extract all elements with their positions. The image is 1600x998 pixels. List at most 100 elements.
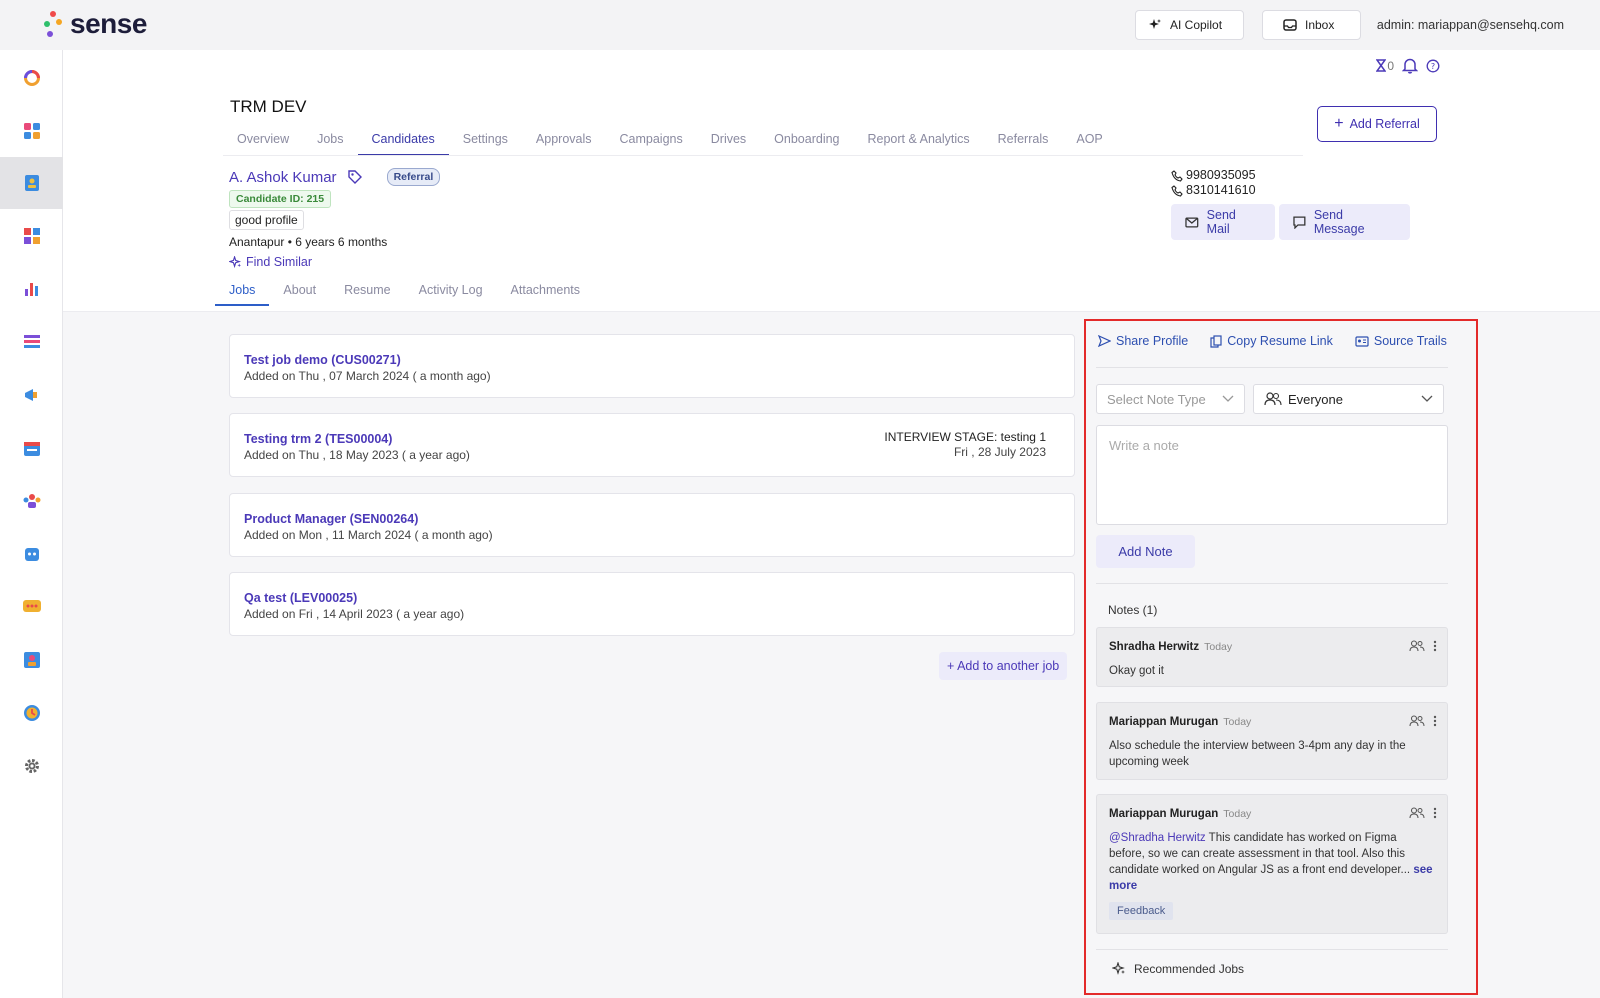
tab-aop[interactable]: AOP [1062, 126, 1116, 156]
send-icon [1098, 335, 1111, 347]
interview-stage: INTERVIEW STAGE: testing 1 Fri , 28 July… [884, 430, 1046, 460]
tab-jobs-sub[interactable]: Jobs [215, 278, 270, 306]
visibility-users-icon[interactable] [1409, 715, 1425, 727]
note-author: Mariappan Murugan [1109, 716, 1219, 728]
utility-bar: 0 ? [63, 50, 1600, 82]
bell-icon[interactable] [1402, 57, 1418, 74]
job-card[interactable]: Product Manager (SEN00264) Added on Mon … [229, 493, 1075, 557]
phone-row[interactable]: 9980935095 [1171, 168, 1256, 183]
sense-logo[interactable]: sense [42, 8, 147, 40]
note-text: @Shradha Herwitz This candidate has work… [1109, 830, 1434, 894]
tab-jobs[interactable]: Jobs [303, 126, 357, 156]
tab-onboarding[interactable]: Onboarding [760, 126, 853, 156]
phone-numbers: 9980935095 8310141610 [1171, 168, 1256, 198]
source-trails-link[interactable]: Source Trails [1355, 334, 1447, 348]
copy-resume-link[interactable]: Copy Resume Link [1210, 334, 1333, 348]
id-card-icon [1355, 335, 1369, 347]
sidebar-item-campaigns[interactable] [0, 369, 63, 421]
admin-account[interactable]: admin: mariappan@sensehq.com [1377, 18, 1564, 32]
help-icon[interactable]: ? [1426, 59, 1440, 73]
sparkle-icon [1112, 962, 1125, 975]
chat-icon [22, 600, 41, 612]
puzzle-icon [23, 228, 40, 244]
sidebar-item-analytics[interactable] [0, 263, 63, 315]
sidebar-item-schedule[interactable] [0, 687, 63, 739]
divider [1096, 949, 1448, 950]
sidebar-item-contacts[interactable] [0, 634, 63, 686]
tab-campaigns[interactable]: Campaigns [606, 126, 697, 156]
tab-report-analytics[interactable]: Report & Analytics [854, 126, 984, 156]
sidebar-item-teams[interactable] [0, 475, 63, 527]
sidebar-item-lists[interactable] [0, 316, 63, 368]
kebab-menu-icon[interactable] [1433, 715, 1437, 727]
candidate-name-row: A. Ashok Kumar Referral [229, 168, 441, 186]
plus-icon: + [1334, 115, 1344, 132]
contact-card-icon [23, 652, 40, 668]
send-mail-button[interactable]: Send Mail [1171, 204, 1275, 240]
note-actions [1409, 715, 1437, 727]
phone-row[interactable]: 8310141610 [1171, 183, 1256, 198]
tab-approvals[interactable]: Approvals [522, 126, 606, 156]
job-card[interactable]: Test job demo (CUS00271) Added on Thu , … [229, 334, 1075, 398]
recommended-jobs[interactable]: Recommended Jobs [1112, 962, 1244, 976]
tab-drives[interactable]: Drives [697, 126, 760, 156]
copy-icon [1210, 334, 1222, 348]
tab-candidates[interactable]: Candidates [357, 126, 449, 156]
recommended-jobs-label: Recommended Jobs [1134, 962, 1245, 976]
panel-actions: Share Profile Copy Resume Link Source Tr… [1098, 334, 1447, 348]
note-author-row: Mariappan Murugan Today [1109, 808, 1251, 820]
kebab-menu-icon[interactable] [1433, 807, 1437, 819]
visibility-select[interactable]: Everyone [1253, 384, 1444, 414]
visibility-users-icon[interactable] [1409, 640, 1425, 652]
tab-overview[interactable]: Overview [223, 126, 303, 156]
main-nav-tabs: Overview Jobs Candidates Settings Approv… [223, 126, 1117, 156]
visibility-users-icon[interactable] [1409, 807, 1425, 819]
sparkle-icon [229, 255, 242, 268]
sidebar-item-settings[interactable] [0, 740, 63, 792]
tag-icon[interactable] [347, 169, 363, 185]
kebab-menu-icon[interactable] [1433, 640, 1437, 652]
referral-badge: Referral [386, 168, 441, 186]
tab-referrals[interactable]: Referrals [984, 126, 1063, 156]
job-card[interactable]: Qa test (LEV00025) Added on Fri , 14 Apr… [229, 572, 1075, 636]
note-time: Today [1223, 716, 1252, 728]
tab-resume[interactable]: Resume [330, 278, 405, 306]
tab-settings[interactable]: Settings [449, 126, 522, 156]
add-referral-button[interactable]: + Add Referral [1317, 106, 1437, 142]
tab-attachments[interactable]: Attachments [497, 278, 594, 306]
note-card: Mariappan Murugan Today @Shradha Herwitz … [1096, 794, 1448, 934]
sidebar-item-dashboard[interactable] [0, 52, 63, 104]
note-type-select[interactable]: Select Note Type [1096, 384, 1245, 414]
job-card[interactable]: Testing trm 2 (TES00004) Added on Thu , … [229, 413, 1075, 477]
note-mention[interactable]: @Shradha Herwitz [1109, 832, 1206, 844]
note-textarea[interactable]: Write a note [1096, 425, 1448, 525]
job-title[interactable]: Testing trm 2 (TES00004) [244, 432, 392, 446]
sidebar-item-calendar[interactable] [0, 422, 63, 474]
sidebar-item-integrations[interactable] [0, 210, 63, 262]
add-note-button[interactable]: Add Note [1096, 535, 1195, 568]
note-author: Mariappan Murugan [1109, 808, 1219, 820]
send-message-button[interactable]: Send Message [1279, 204, 1410, 240]
sidebar-item-messages[interactable] [0, 581, 63, 633]
job-title[interactable]: Product Manager (SEN00264) [244, 512, 418, 526]
note-text: Also schedule the interview between 3-4p… [1109, 740, 1406, 768]
clock-icon [23, 705, 40, 721]
sidebar-item-apps[interactable] [0, 105, 63, 157]
job-title[interactable]: Qa test (LEV00025) [244, 591, 357, 605]
users-icon [1264, 392, 1282, 406]
ai-copilot-button[interactable]: AI Copilot [1135, 10, 1244, 40]
candidate-sub-tabs: Jobs About Resume Activity Log Attachmen… [215, 278, 594, 306]
bot-icon [24, 548, 39, 561]
find-similar-link[interactable]: Find Similar [229, 255, 312, 269]
hourglass-counter[interactable]: 0 [1376, 59, 1394, 73]
tab-about[interactable]: About [269, 278, 330, 306]
share-profile-link[interactable]: Share Profile [1098, 334, 1188, 348]
inbox-button[interactable]: Inbox [1262, 10, 1361, 40]
tab-activity-log[interactable]: Activity Log [405, 278, 497, 306]
page-title: TRM DEV [230, 97, 307, 116]
add-to-another-job-button[interactable]: + Add to another job [939, 652, 1068, 680]
sidebar-item-candidates[interactable] [0, 157, 63, 209]
sidebar-item-bot[interactable] [0, 528, 63, 580]
candidate-name[interactable]: A. Ashok Kumar [229, 169, 337, 186]
job-title[interactable]: Test job demo (CUS00271) [244, 353, 401, 367]
